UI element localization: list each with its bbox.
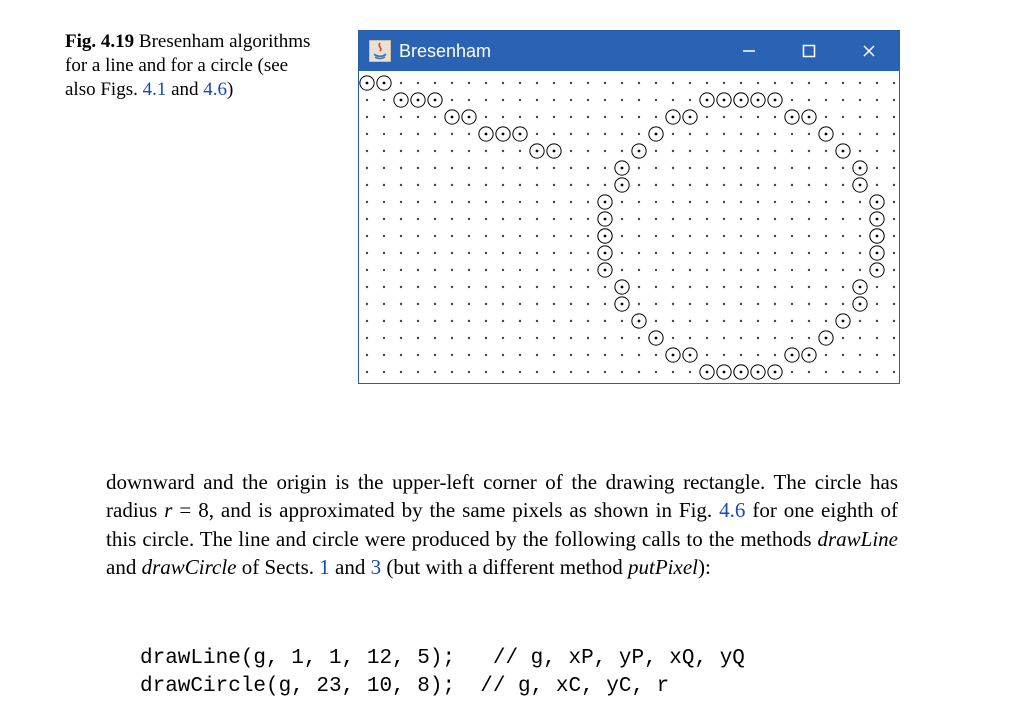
maximize-icon bbox=[802, 44, 816, 58]
window-buttons bbox=[719, 31, 899, 71]
body-link-fig-4-6[interactable]: 4.6 bbox=[719, 498, 745, 522]
bresenham-canvas bbox=[359, 71, 899, 383]
minimize-icon bbox=[742, 44, 756, 58]
body-t8: ): bbox=[698, 555, 711, 579]
bresenham-window: Bresenham bbox=[358, 30, 900, 384]
body-paragraph: downward and the origin is the upper-lef… bbox=[106, 468, 898, 581]
body-t7: (but with a different method bbox=[381, 555, 628, 579]
body-link-sect-3[interactable]: 3 bbox=[371, 555, 382, 579]
caption-link-fig-4-6[interactable]: 4.6 bbox=[203, 79, 227, 100]
method-drawcircle: drawCircle bbox=[142, 555, 237, 579]
minimize-button[interactable] bbox=[719, 31, 779, 71]
maximize-button[interactable] bbox=[779, 31, 839, 71]
body-t5: of Sects. bbox=[236, 555, 319, 579]
body-t2: = 8, and is approximated by the same pix… bbox=[172, 498, 719, 522]
code-line-2: drawCircle(g, 23, 10, 8); // g, xC, yC, … bbox=[140, 675, 669, 698]
caption-tail: ) bbox=[227, 79, 233, 100]
java-icon bbox=[369, 40, 391, 62]
window-title: Bresenham bbox=[399, 41, 491, 62]
body-t4: and bbox=[106, 555, 142, 579]
figure-caption: Fig. 4.19 Bresenham algorithms for a lin… bbox=[65, 30, 320, 101]
code-line-1: drawLine(g, 1, 1, 12, 5); // g, xP, yP, … bbox=[140, 647, 745, 670]
caption-link-fig-4-1[interactable]: 4.1 bbox=[143, 79, 167, 100]
caption-mid: and bbox=[166, 79, 203, 100]
body-link-sect-1[interactable]: 1 bbox=[319, 555, 330, 579]
close-icon bbox=[862, 44, 876, 58]
code-block: drawLine(g, 1, 1, 12, 5); // g, xP, yP, … bbox=[140, 645, 745, 702]
close-button[interactable] bbox=[839, 31, 899, 71]
figure-number: Fig. 4.19 bbox=[65, 31, 134, 52]
method-putpixel: putPixel bbox=[628, 555, 698, 579]
body-t6: and bbox=[330, 555, 371, 579]
window-titlebar: Bresenham bbox=[359, 31, 899, 71]
page: Fig. 4.19 Bresenham algorithms for a lin… bbox=[0, 0, 1024, 725]
method-drawline: drawLine bbox=[817, 527, 898, 551]
